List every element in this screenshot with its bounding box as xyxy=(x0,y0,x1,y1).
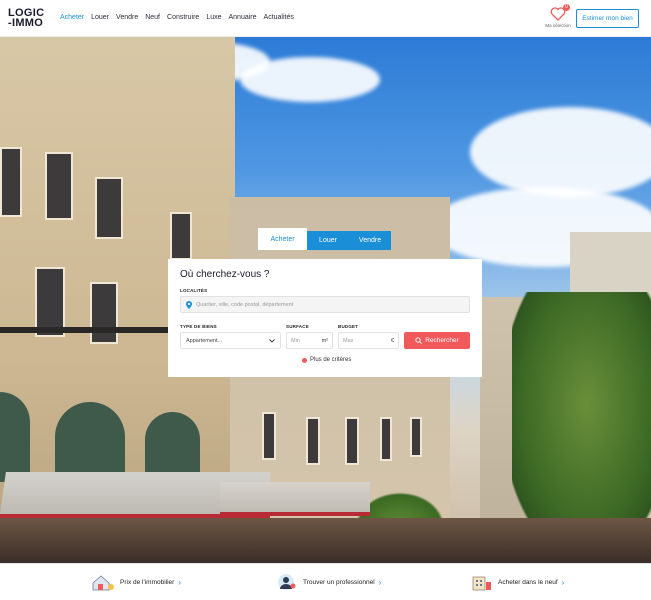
cloud xyxy=(470,107,651,197)
professional-icon xyxy=(278,574,296,590)
budget-label: BUDGET xyxy=(338,324,359,329)
heart-icon: 0 xyxy=(550,4,570,21)
search-tabs: Acheter Louer Vendre xyxy=(258,228,391,250)
favorites-label: Ma sélection xyxy=(545,23,571,28)
new-building-icon xyxy=(472,576,491,591)
location-pin-icon xyxy=(186,300,192,309)
footer-item-pro[interactable]: Trouver un professionnel › xyxy=(273,572,381,592)
house-price-icon xyxy=(92,575,114,591)
awning-trim xyxy=(220,512,370,516)
storefront xyxy=(0,518,651,563)
window xyxy=(0,147,22,217)
footer-item-price[interactable]: Prix de l'immobilier › xyxy=(90,572,181,592)
budget-max-input[interactable]: Max € xyxy=(338,332,399,349)
main-nav: Acheter Louer Vendre Neuf Construire Lux… xyxy=(60,14,294,21)
search-title: Où cherchez-vous ? xyxy=(180,269,270,280)
window xyxy=(170,212,192,260)
window xyxy=(410,417,422,457)
budget-unit: € xyxy=(390,337,394,344)
footer-item-new[interactable]: Acheter dans le neuf › xyxy=(468,572,564,592)
plus-icon xyxy=(302,357,307,363)
favorites-count-badge: 0 xyxy=(563,4,570,11)
nav-item-annuaire[interactable]: Annuaire xyxy=(229,14,257,21)
nav-item-construire[interactable]: Construire xyxy=(167,14,199,21)
tab-vendre[interactable]: Vendre xyxy=(349,231,391,250)
property-type-value: Appartement... xyxy=(186,337,223,344)
nav-item-louer[interactable]: Louer xyxy=(91,14,109,21)
arch-doors xyxy=(55,402,125,482)
search-button[interactable]: Rechercher xyxy=(404,332,470,349)
nav-item-vendre[interactable]: Vendre xyxy=(116,14,138,21)
chevron-right-icon: › xyxy=(561,577,565,587)
location-placeholder: Quartier, ville, code postal, départemen… xyxy=(196,301,294,308)
window xyxy=(306,417,320,465)
nav-item-actualites[interactable]: Actualités xyxy=(264,14,294,21)
footer-item-pro-label: Trouver un professionnel xyxy=(303,578,375,586)
search-card: Où cherchez-vous ? LOCALITÉS Quartier, v… xyxy=(168,259,482,377)
tab-louer[interactable]: Louer xyxy=(307,231,349,250)
tab-acheter[interactable]: Acheter xyxy=(258,228,307,250)
budget-placeholder: Max xyxy=(343,337,354,344)
location-label: LOCALITÉS xyxy=(180,288,208,293)
nav-item-luxe[interactable]: Luxe xyxy=(206,14,221,21)
window xyxy=(45,152,73,220)
balcony xyxy=(0,327,168,333)
chevron-right-icon: › xyxy=(178,577,182,587)
surface-placeholder: Min xyxy=(291,337,300,344)
favorites-button[interactable]: 0 Ma sélection xyxy=(544,4,572,28)
surface-min-input[interactable]: Min m² xyxy=(286,332,333,349)
chevron-down-icon xyxy=(269,338,275,343)
tree xyxy=(512,292,651,542)
surface-label: SURFACE xyxy=(286,324,309,329)
awning xyxy=(220,482,370,512)
property-type-label: TYPE DE BIENS xyxy=(180,324,217,329)
footer-bar: Prix de l'immobilier › Trouver un profes… xyxy=(0,563,651,600)
search-button-label: Rechercher xyxy=(425,337,459,344)
more-criteria-label: Plus de critères xyxy=(310,357,352,363)
location-input[interactable]: Quartier, ville, code postal, départemen… xyxy=(180,296,470,313)
logo-line-2: -IMMO xyxy=(8,17,44,29)
cloud xyxy=(240,57,380,102)
nav-item-acheter[interactable]: Acheter xyxy=(60,14,84,21)
footer-item-new-label: Acheter dans le neuf xyxy=(498,578,558,586)
logo[interactable]: LOGIC -IMMO xyxy=(8,8,50,29)
window xyxy=(345,417,359,465)
chevron-right-icon: › xyxy=(378,577,382,587)
surface-unit: m² xyxy=(321,337,328,344)
window xyxy=(380,417,392,461)
property-type-select[interactable]: Appartement... xyxy=(180,332,281,349)
window xyxy=(262,412,276,460)
window xyxy=(90,282,118,344)
nav-item-neuf[interactable]: Neuf xyxy=(145,14,160,21)
site-header: LOGIC -IMMO Acheter Louer Vendre Neuf Co… xyxy=(0,0,651,37)
footer-item-price-label: Prix de l'immobilier xyxy=(120,578,175,586)
estimate-button[interactable]: Estimer mon bien xyxy=(576,9,639,28)
more-criteria-link[interactable]: Plus de critères xyxy=(302,357,351,363)
window xyxy=(95,177,123,239)
arch-doors xyxy=(0,392,30,482)
search-icon xyxy=(415,337,423,344)
